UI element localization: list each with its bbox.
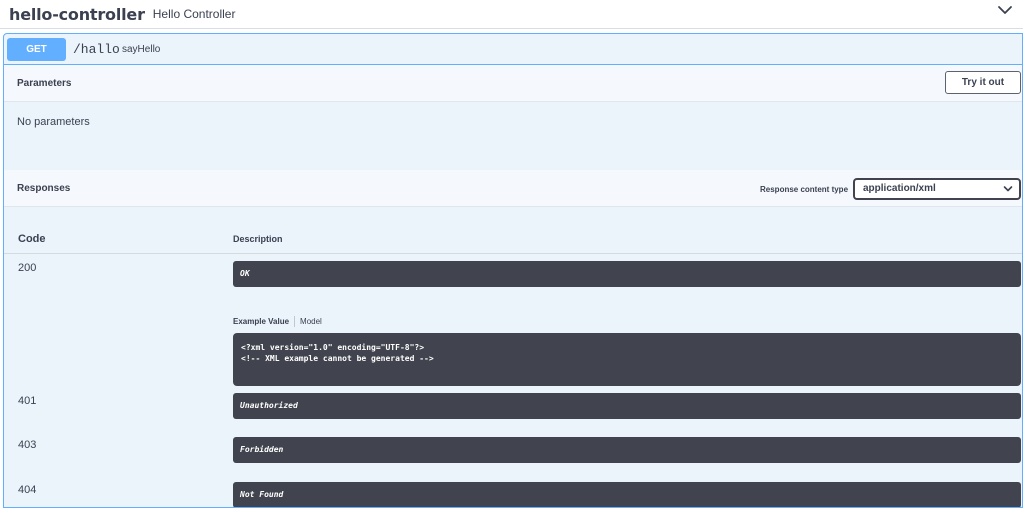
try-it-out-button[interactable]: Try it out — [945, 71, 1021, 94]
response-description: OK — [233, 261, 1021, 287]
method-badge: GET — [7, 38, 66, 61]
chevron-down-icon — [1003, 186, 1013, 192]
no-parameters-text: No parameters — [17, 116, 90, 128]
tag-description: Hello Controller — [152, 7, 236, 21]
parameters-header: Parameters Try it out — [4, 65, 1022, 102]
example-tabs: Example Value Model — [233, 316, 322, 327]
chevron-down-icon[interactable] — [997, 2, 1013, 18]
description-column-header: Description — [233, 234, 283, 244]
response-content-type-label: Response content type — [760, 185, 849, 194]
tag-header[interactable]: hello-controller Hello Controller — [0, 0, 1023, 29]
response-code: 200 — [18, 262, 37, 274]
tag-name: hello-controller — [9, 4, 145, 24]
operation-id: sayHello — [122, 44, 161, 55]
operation-path: /hallo — [73, 42, 120, 57]
response-description: Unauthorized — [233, 393, 1021, 419]
parameters-title: Parameters — [17, 78, 72, 89]
response-code: 403 — [18, 439, 37, 451]
response-code: 401 — [18, 395, 37, 407]
operation-summary[interactable]: GET /hallo sayHello — [4, 34, 1022, 65]
response-description: Not Found — [233, 482, 1021, 507]
model-tab[interactable]: Model — [300, 317, 322, 326]
response-content-type-value: application/xml — [863, 183, 936, 194]
response-description: Forbidden — [233, 437, 1021, 463]
operation-block-get-hallo: GET /hallo sayHello Parameters Try it ou… — [3, 33, 1023, 508]
example-value-tab[interactable]: Example Value — [233, 317, 289, 326]
example-value-code: <?xml version="1.0" encoding="UTF-8"?> <… — [233, 333, 1021, 386]
responses-title: Responses — [17, 183, 71, 194]
code-column-header: Code — [18, 233, 46, 245]
table-header-divider — [4, 253, 1022, 254]
response-code: 404 — [18, 484, 37, 496]
response-content-type-select[interactable]: application/xml — [853, 178, 1021, 200]
tab-divider — [294, 316, 296, 327]
